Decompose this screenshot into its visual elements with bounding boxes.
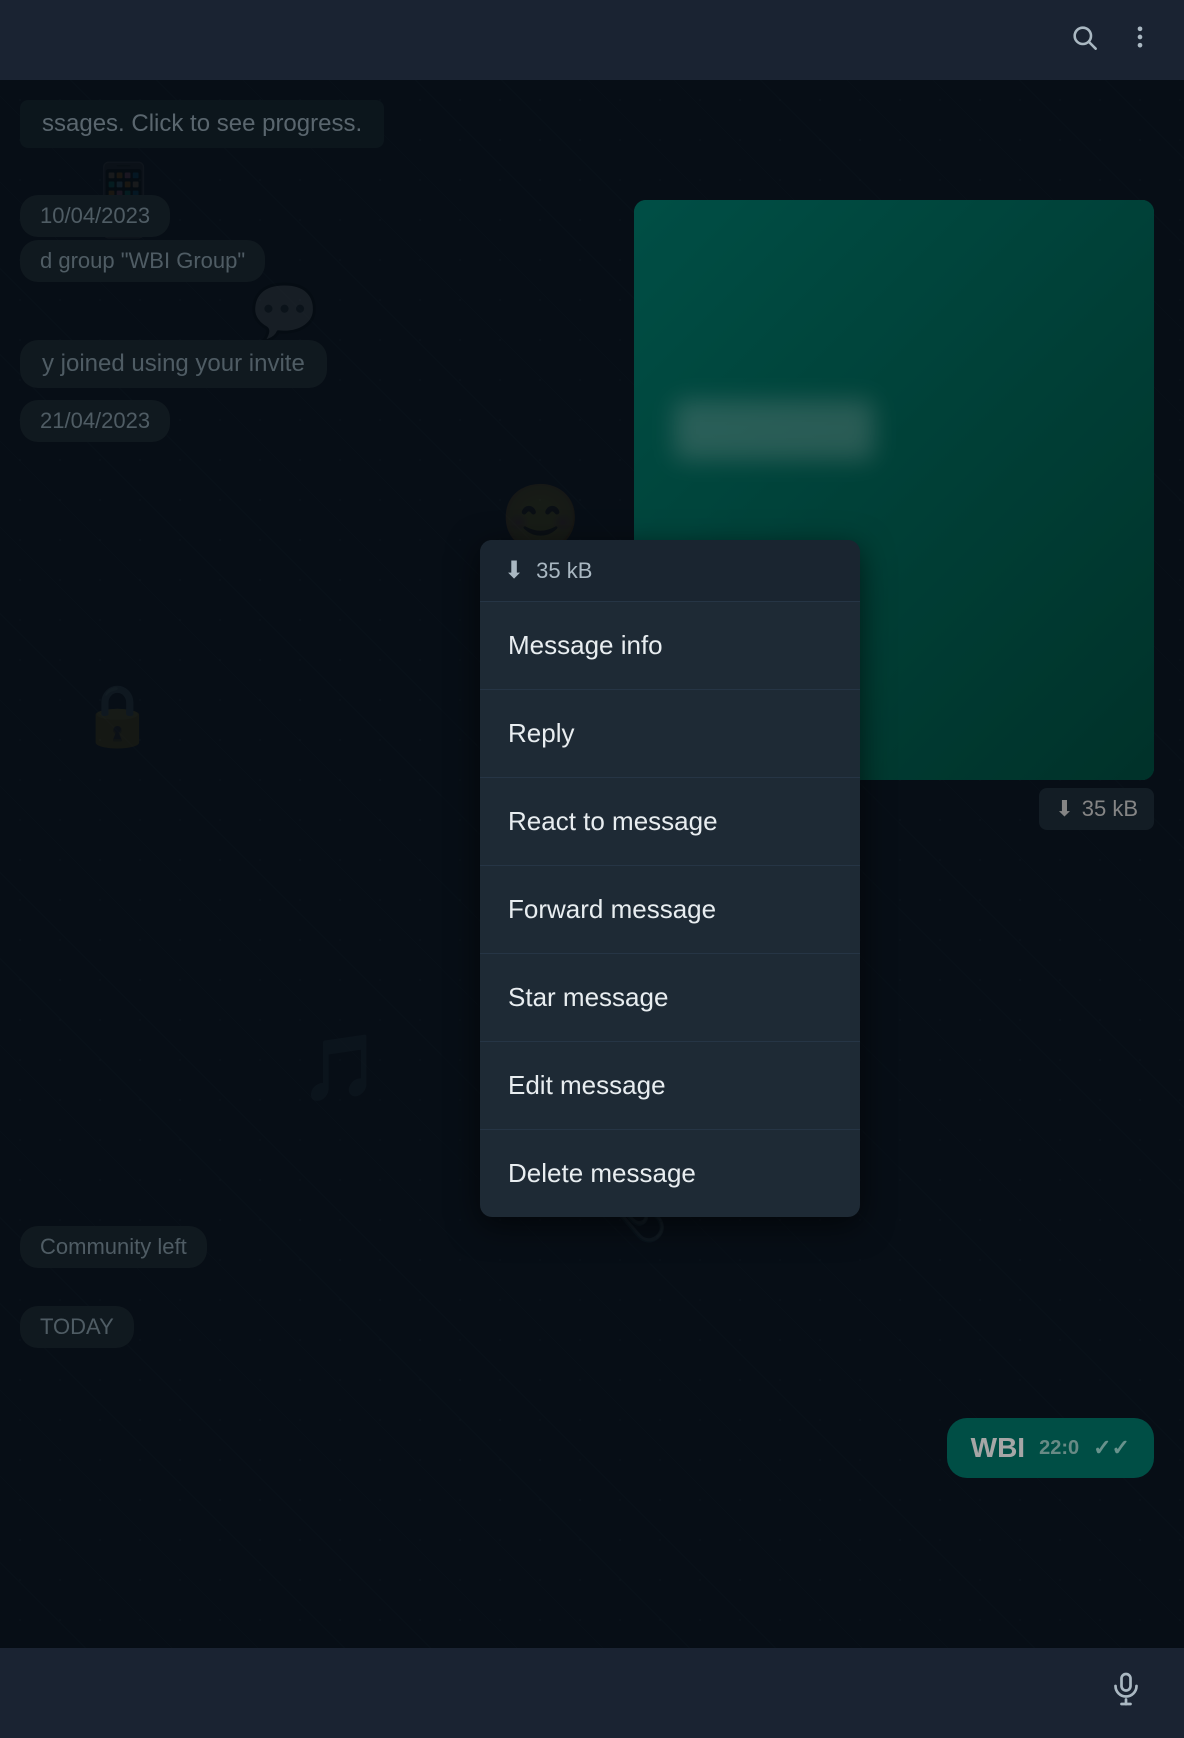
search-icon[interactable] bbox=[1070, 23, 1098, 58]
header-bar bbox=[0, 0, 1184, 80]
menu-item-delete-message[interactable]: Delete message bbox=[480, 1130, 860, 1217]
context-menu-size: 35 kB bbox=[536, 558, 592, 584]
context-menu: ⬇ 35 kB Message info Reply React to mess… bbox=[480, 540, 860, 1217]
bottom-input-bar bbox=[0, 1648, 1184, 1738]
context-menu-header: ⬇ 35 kB bbox=[480, 540, 860, 602]
menu-item-reply[interactable]: Reply bbox=[480, 690, 860, 778]
menu-item-edit-message[interactable]: Edit message bbox=[480, 1042, 860, 1130]
menu-item-message-info[interactable]: Message info bbox=[480, 602, 860, 690]
download-icon-header: ⬇ bbox=[504, 556, 524, 585]
menu-item-react-to-message[interactable]: React to message bbox=[480, 778, 860, 866]
menu-item-star-message[interactable]: Star message bbox=[480, 954, 860, 1042]
menu-item-forward-message[interactable]: Forward message bbox=[480, 866, 860, 954]
more-options-icon[interactable] bbox=[1126, 23, 1154, 58]
chat-background: 📱 💬 😊 🔒 📷 🎵 📎 ssages. Click to see progr… bbox=[0, 80, 1184, 1648]
mic-icon[interactable] bbox=[1108, 1671, 1144, 1716]
